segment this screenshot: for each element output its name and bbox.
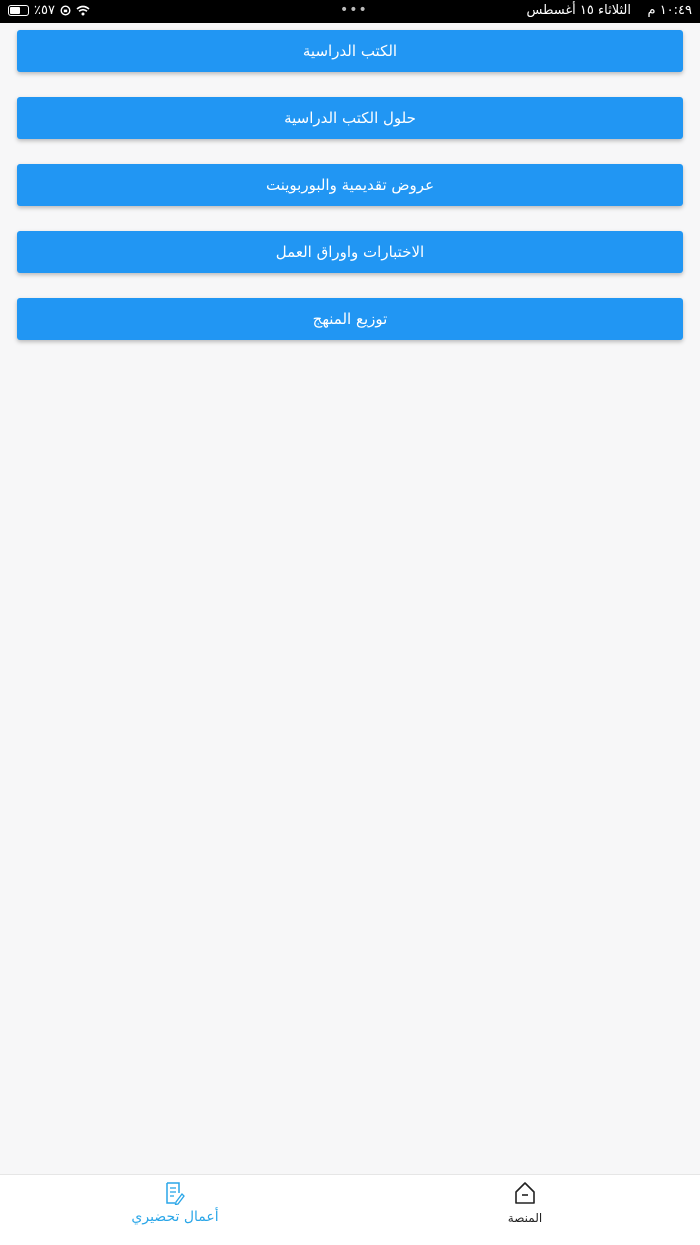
- status-date: الثلاثاء ١٥ أغسطس: [526, 3, 631, 18]
- menu-button-textbooks[interactable]: الكتب الدراسية: [17, 30, 683, 72]
- nav-label-my-preparation: أعمال تحضيري: [131, 1209, 219, 1225]
- status-left: ٪٥٧: [8, 3, 90, 18]
- status-time: ١٠:٤٩ م: [647, 3, 693, 18]
- multitasking-dots-icon: •••: [340, 2, 368, 18]
- status-datetime: ١٠:٤٩ م الثلاثاء ١٥ أغسطس: [527, 3, 692, 18]
- battery-percent: ٪٥٧: [34, 3, 55, 18]
- battery-icon: [8, 5, 29, 16]
- lock-rotation-icon: [60, 5, 71, 16]
- menu-button-exams-worksheets[interactable]: الاختبارات واوراق العمل: [17, 231, 683, 273]
- menu-button-textbook-solutions[interactable]: حلول الكتب الدراسية: [17, 97, 683, 139]
- nav-label-platform: المنصة: [507, 1211, 543, 1225]
- menu-button-presentations[interactable]: عروض تقديمية والبوربوينت: [17, 164, 683, 206]
- status-bar: ٪٥٧ ••• ١٠:٤٩ م الثلاثاء ١٥ أغسطس: [0, 0, 700, 23]
- home-icon: [515, 1182, 535, 1204]
- menu-button-curriculum-distribution[interactable]: توزيع المنهج: [17, 298, 683, 340]
- nav-item-my-preparation[interactable]: أعمال تحضيري: [105, 1181, 245, 1225]
- document-edit-icon: [166, 1182, 185, 1205]
- menu-list: الكتب الدراسية حلول الكتب الدراسية عروض …: [17, 30, 683, 365]
- bottom-navigation: أعمال تحضيري المنصة: [0, 1174, 700, 1245]
- wifi-icon: [76, 5, 90, 16]
- nav-item-platform[interactable]: المنصة: [455, 1181, 595, 1225]
